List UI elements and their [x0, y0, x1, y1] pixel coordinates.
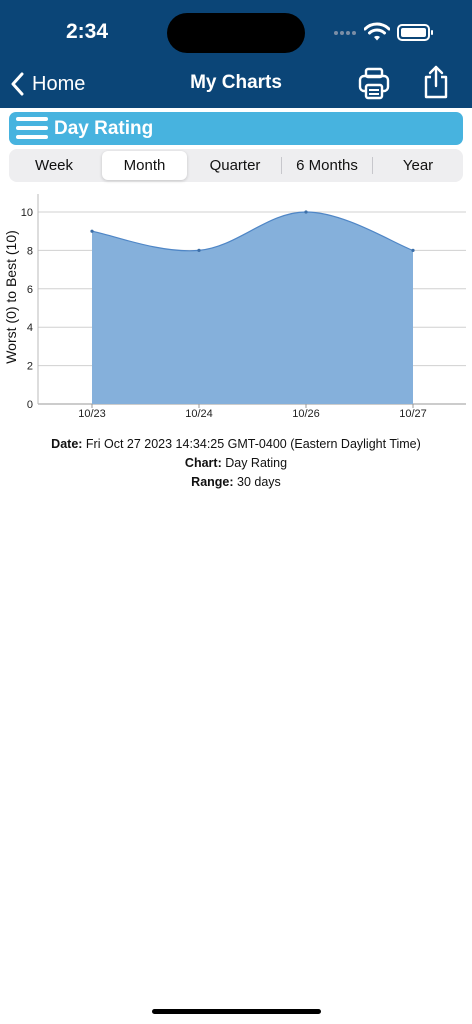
y-tick-label: 4 [27, 322, 33, 334]
x-tick-label: 10/27 [399, 408, 427, 420]
status-time: 2:34 [66, 20, 109, 43]
x-tick-label: 10/23 [78, 408, 106, 420]
info-range-line: Range: 30 days [0, 475, 472, 489]
info-date-line: Date: Fri Oct 27 2023 14:34:25 GMT-0400 … [0, 437, 472, 451]
y-tick-label: 2 [27, 361, 33, 373]
dynamic-island [167, 13, 305, 53]
chart-selector-title: Day Rating [54, 118, 154, 139]
day-rating-area-chart: 0 2 4 6 8 10 10/23 10/24 10/26 10/27 Worst (0) to … [3, 194, 466, 420]
segment-month[interactable]: Month [102, 151, 187, 180]
y-axis-title: Worst (0) to Best (10) [3, 230, 19, 364]
y-tick-label: 10 [21, 207, 33, 219]
info-range-label: Range: [191, 475, 234, 489]
cellular-signal-icon [334, 31, 356, 35]
segment-6-months[interactable]: 6 Months [282, 151, 372, 180]
data-point [90, 229, 94, 233]
printer-icon[interactable] [357, 66, 391, 100]
info-chart-label: Chart: [184, 456, 222, 470]
info-range-value: 30 days [237, 475, 281, 489]
x-tick-label: 10/24 [185, 408, 213, 420]
share-icon[interactable] [421, 64, 451, 100]
chart-selector-bar[interactable]: Day Rating [9, 112, 463, 145]
home-indicator [152, 1009, 321, 1014]
segment-quarter[interactable]: Quarter [190, 151, 280, 180]
hamburger-menu-icon[interactable] [16, 116, 48, 141]
page-title: My Charts [190, 72, 282, 93]
segment-week[interactable]: Week [9, 151, 99, 180]
info-date-value: Fri Oct 27 2023 14:34:25 GMT-0400 (Easte… [85, 437, 421, 451]
data-point [304, 210, 308, 214]
y-tick-label: 0 [27, 399, 33, 411]
wifi-icon [364, 22, 390, 41]
segment-year[interactable]: Year [373, 151, 463, 180]
data-point [197, 248, 201, 252]
info-chart-line: Chart: Day Rating [0, 456, 472, 470]
area-fill [92, 212, 413, 404]
y-tick-label: 6 [27, 284, 33, 296]
data-point [411, 248, 415, 252]
info-date-label: Date: [51, 437, 83, 451]
info-chart-value: Day Rating [225, 456, 288, 470]
time-range-segmented-control: Week Month Quarter 6 Months Year [9, 149, 463, 182]
battery-icon [397, 24, 433, 41]
app-header: 2:34 Home My Charts [0, 0, 472, 108]
x-tick-label: 10/26 [292, 408, 320, 420]
y-tick-label: 8 [27, 245, 33, 257]
